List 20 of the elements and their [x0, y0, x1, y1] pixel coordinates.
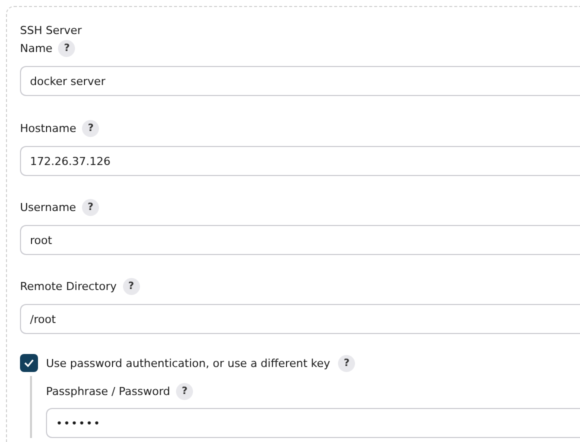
help-button[interactable]: ?: [338, 354, 356, 372]
field-label: Remote Directory: [20, 280, 117, 292]
field-label: Passphrase / Password: [46, 384, 170, 398]
input-field[interactable]: root: [20, 225, 580, 255]
field-label: Username: [20, 200, 76, 214]
help-button[interactable]: ?: [82, 120, 100, 136]
input-field[interactable]: docker server: [20, 66, 580, 96]
help-button[interactable]: ?: [122, 278, 140, 294]
input-field[interactable]: ••••••: [46, 408, 580, 438]
field-label: Hostname: [20, 122, 76, 134]
help-button[interactable]: ?: [58, 40, 76, 56]
field-label: Name: [20, 42, 52, 54]
checkbox[interactable]: [20, 354, 38, 372]
help-button[interactable]: ?: [82, 198, 100, 216]
checkbox-label: Use password authentication, or use a different key: [46, 356, 330, 370]
input-field[interactable]: 172.26.37.126: [20, 146, 580, 176]
input-field[interactable]: /root: [20, 304, 580, 334]
help-button[interactable]: ?: [176, 382, 194, 400]
check-icon: [24, 359, 34, 367]
section-title: SSH Server: [20, 23, 83, 39]
